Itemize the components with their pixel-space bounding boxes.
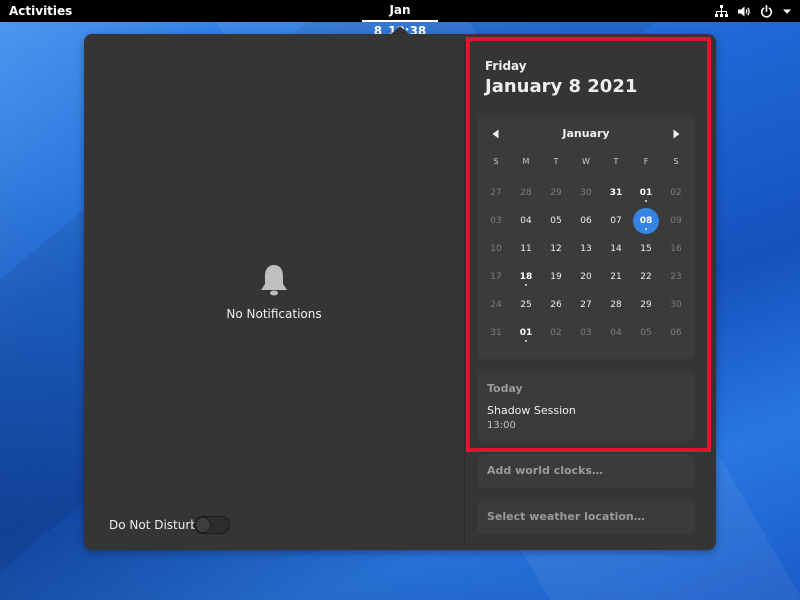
events-section[interactable]: Today Shadow Session 13:00 xyxy=(477,371,695,441)
calendar-day[interactable]: 20 xyxy=(573,264,599,290)
do-not-disturb-toggle[interactable] xyxy=(194,516,230,534)
chevron-right-icon[interactable] xyxy=(669,127,683,141)
calendar-day[interactable]: 05 xyxy=(543,208,569,234)
calendar-day-selected[interactable]: 08 xyxy=(633,208,659,234)
calendar-day[interactable]: 05 xyxy=(633,320,659,346)
calendar-day[interactable]: 07 xyxy=(603,208,629,234)
power-icon xyxy=(760,4,773,18)
weekday-label: Friday xyxy=(485,59,527,73)
weekday-header: W xyxy=(582,157,590,166)
no-notifications-label: No Notifications xyxy=(226,307,322,321)
calendar-day[interactable]: 23 xyxy=(663,264,689,290)
calendar-day[interactable]: 10 xyxy=(483,236,509,262)
calendar-day[interactable]: 31 xyxy=(483,320,509,346)
calendar-day[interactable]: 13 xyxy=(573,236,599,262)
calendar-day[interactable]: 30 xyxy=(663,292,689,318)
calendar-day[interactable]: 12 xyxy=(543,236,569,262)
calendar-month-label: January xyxy=(562,127,610,140)
clock-button[interactable]: Jan 8 10:38 xyxy=(362,0,438,38)
calendar-day[interactable]: 01 xyxy=(633,180,659,206)
calendar-day[interactable]: 29 xyxy=(543,180,569,206)
calendar-day[interactable]: 22 xyxy=(633,264,659,290)
calendar-day[interactable]: 04 xyxy=(513,208,539,234)
events-heading: Today xyxy=(487,382,523,395)
bell-icon xyxy=(261,265,287,296)
calendar-day[interactable]: 31 xyxy=(603,180,629,206)
calendar: January S M T W T F S 27 28 29 30 31 01 02 03 04 05 06 07 0… xyxy=(477,115,695,359)
calendar-day[interactable]: 15 xyxy=(633,236,659,262)
calendar-day[interactable]: 29 xyxy=(633,292,659,318)
pane-divider xyxy=(464,42,465,542)
calendar-day[interactable]: 30 xyxy=(573,180,599,206)
weekday-header: S xyxy=(493,157,499,166)
select-weather-location-button[interactable]: Select weather location… xyxy=(477,500,695,534)
activities-button[interactable]: Activities xyxy=(9,3,72,19)
calendar-day[interactable]: 06 xyxy=(663,320,689,346)
calendar-day[interactable]: 02 xyxy=(663,180,689,206)
weekday-header: F xyxy=(643,157,649,166)
calendar-day[interactable]: 24 xyxy=(483,292,509,318)
full-date-label: January 8 2021 xyxy=(485,76,638,97)
weekday-header: T xyxy=(553,157,559,166)
calendar-day[interactable]: 27 xyxy=(483,180,509,206)
calendar-day[interactable]: 28 xyxy=(513,180,539,206)
calendar-day[interactable]: 04 xyxy=(603,320,629,346)
calendar-day[interactable]: 01 xyxy=(513,320,539,346)
calendar-day[interactable]: 21 xyxy=(603,264,629,290)
calendar-day[interactable]: 02 xyxy=(543,320,569,346)
toggle-knob xyxy=(195,517,211,533)
calendar-day[interactable]: 17 xyxy=(483,264,509,290)
volume-icon xyxy=(738,6,750,16)
system-tray[interactable] xyxy=(715,3,792,19)
calendar-day[interactable]: 03 xyxy=(483,208,509,234)
calendar-day[interactable]: 18 xyxy=(513,264,539,290)
calendar-day[interactable]: 11 xyxy=(513,236,539,262)
calendar-day[interactable]: 06 xyxy=(573,208,599,234)
event-time: 13:00 xyxy=(487,420,516,431)
weekday-header: T xyxy=(613,157,619,166)
calendar-day[interactable]: 28 xyxy=(603,292,629,318)
do-not-disturb-label: Do Not Disturb xyxy=(109,518,198,532)
calendar-day[interactable]: 26 xyxy=(543,292,569,318)
network-icon xyxy=(715,4,728,17)
add-world-clocks-button[interactable]: Add world clocks… xyxy=(477,454,695,488)
calendar-day[interactable]: 19 xyxy=(543,264,569,290)
chevron-down-icon xyxy=(783,9,791,14)
calendar-day[interactable]: 14 xyxy=(603,236,629,262)
weekday-header: S xyxy=(673,157,679,166)
top-bar: Activities Jan 8 10:38 xyxy=(0,0,800,38)
popover-arrow xyxy=(391,26,409,34)
calendar-day[interactable]: 03 xyxy=(573,320,599,346)
calendar-day[interactable]: 25 xyxy=(513,292,539,318)
weekday-header: M xyxy=(522,157,530,166)
event-title: Shadow Session xyxy=(487,404,576,417)
calendar-day[interactable]: 16 xyxy=(663,236,689,262)
date-menu-popover: No Notifications Do Not Disturb Friday J… xyxy=(84,34,716,550)
calendar-day[interactable]: 09 xyxy=(663,208,689,234)
calendar-day[interactable]: 27 xyxy=(573,292,599,318)
